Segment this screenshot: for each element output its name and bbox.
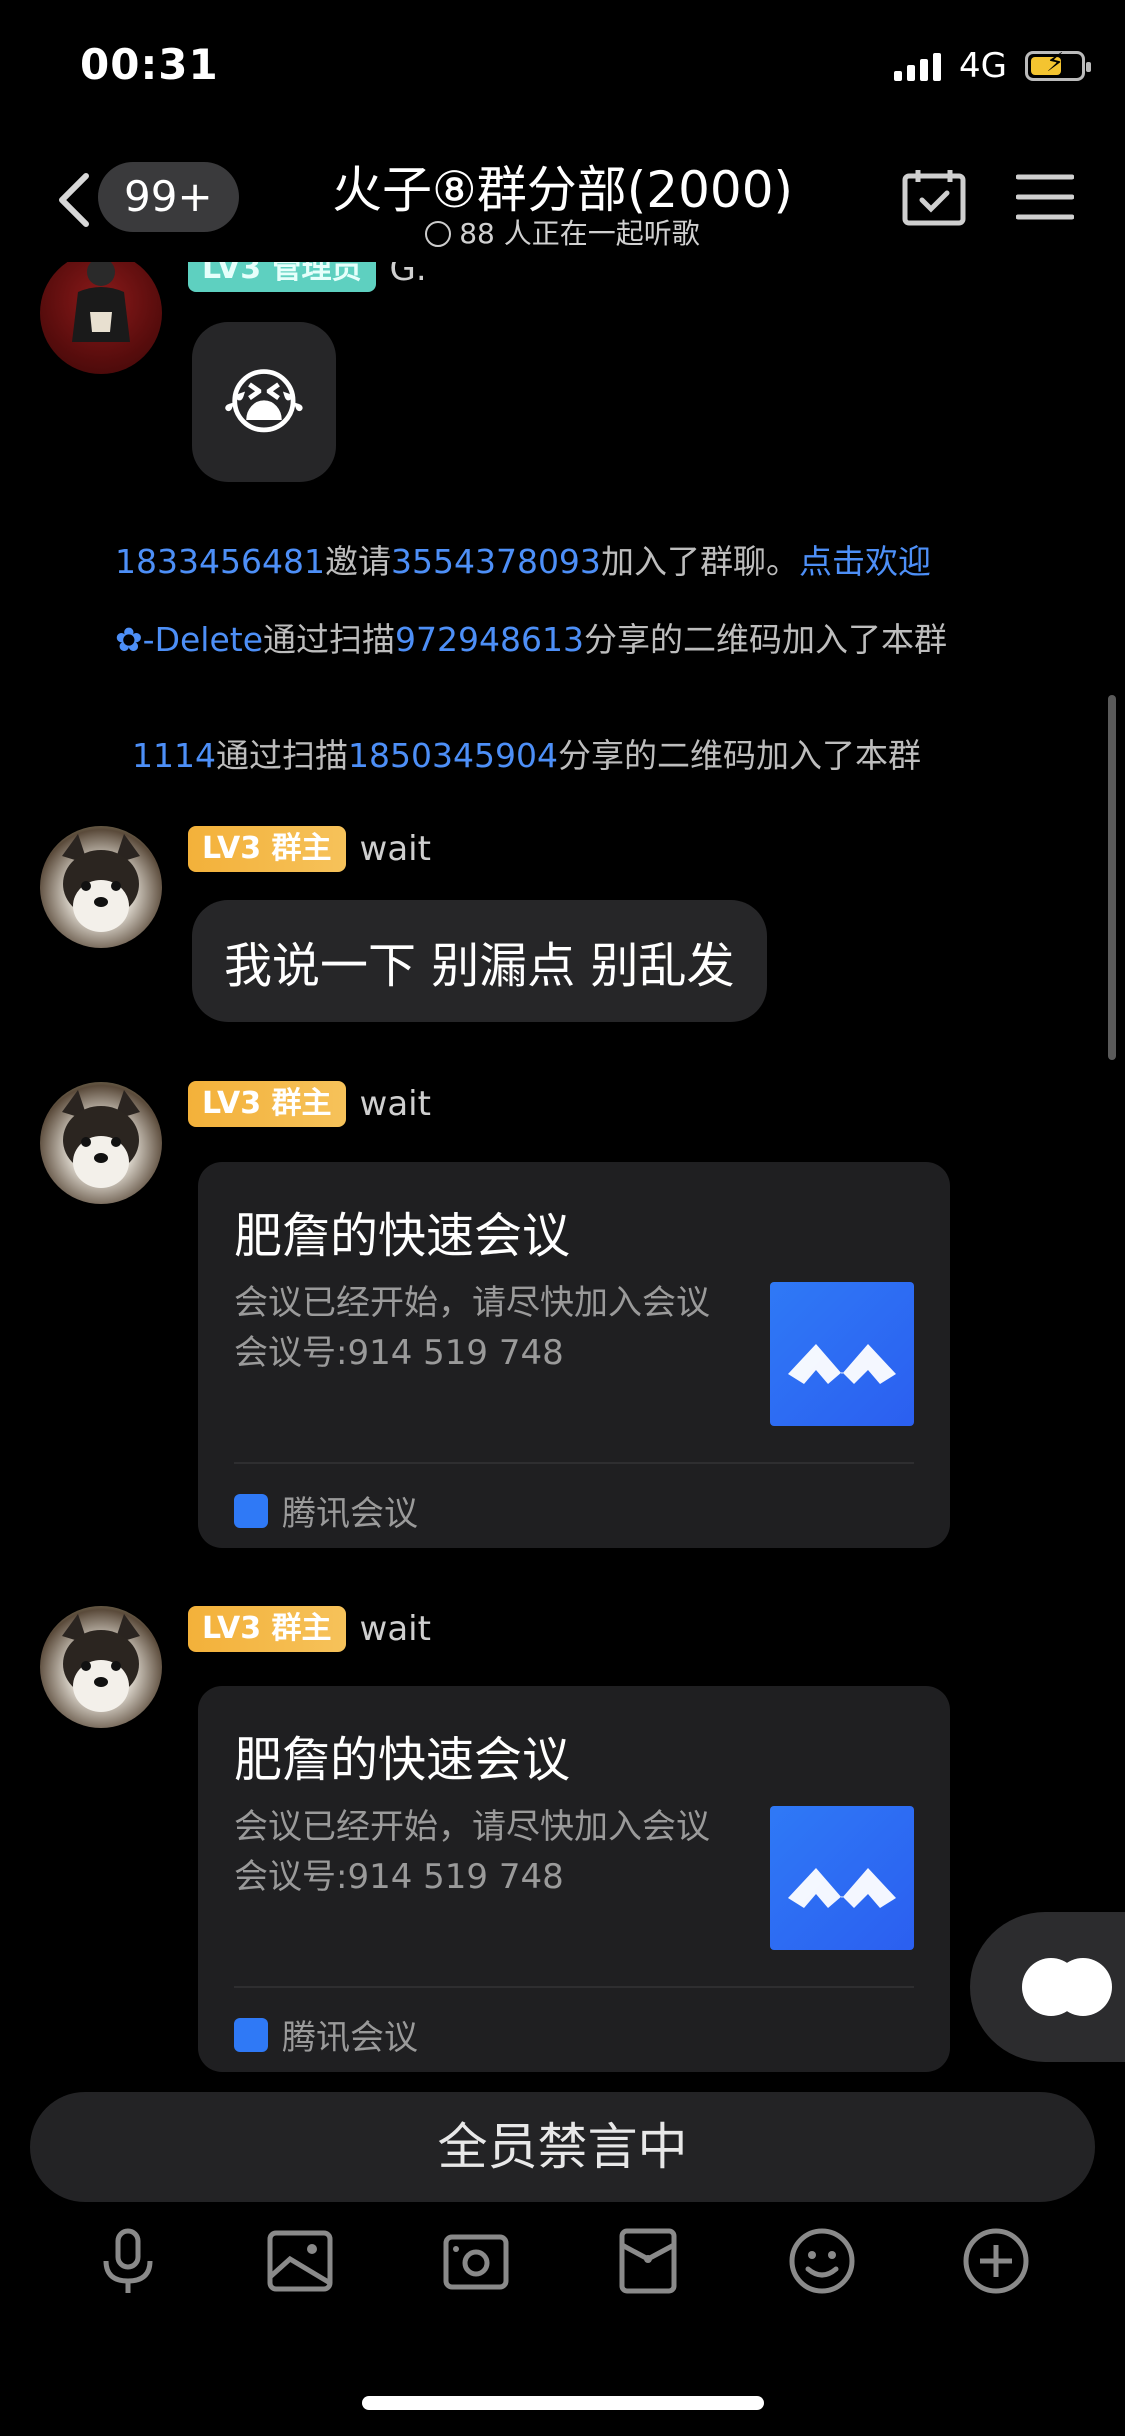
- role-label: 群主: [271, 831, 332, 866]
- system-text: 通过扫描: [263, 620, 395, 659]
- muted-input-bar: 全员禁言中: [30, 2092, 1095, 2202]
- sender-info: LV3 群主 wait: [188, 1606, 431, 1652]
- level-badge: LV3 群主: [188, 1081, 346, 1127]
- avatar[interactable]: [40, 1606, 162, 1728]
- meeting-title: 肥詹的快速会议: [234, 1732, 571, 1788]
- card-divider: [234, 1462, 914, 1464]
- link-icon: [1054, 1958, 1112, 2016]
- scrollbar[interactable]: [1108, 695, 1116, 1060]
- role-label: 管理员: [271, 262, 362, 286]
- message-admin: LV3 管理员 G. 😭: [0, 262, 1125, 487]
- floating-link-button[interactable]: [970, 1912, 1125, 2062]
- avatar[interactable]: [40, 1082, 162, 1204]
- role-label: 群主: [271, 1086, 332, 1121]
- meeting-logo-icon: [788, 1868, 896, 1908]
- sender-name[interactable]: wait: [360, 829, 431, 869]
- user-link[interactable]: -Delete: [143, 620, 263, 659]
- tencent-meeting-icon: [234, 1493, 268, 1528]
- avatar[interactable]: [40, 826, 162, 948]
- meeting-status: 会议已经开始，请尽快加入会议: [234, 1807, 710, 1847]
- sharer-link[interactable]: 1850345904: [348, 736, 558, 775]
- avatar[interactable]: [40, 262, 162, 374]
- level-label: LV3: [202, 262, 262, 286]
- system-text: 分享的二维码加入了本群: [557, 736, 921, 775]
- system-text: 加入了群聊。: [600, 542, 799, 581]
- person-figure-icon: [72, 262, 130, 342]
- meeting-card[interactable]: 肥詹的快速会议 会议已经开始，请尽快加入会议 会议号:914 519 748 腾…: [198, 1162, 950, 1548]
- system-text: 分享的二维码加入了本群: [583, 620, 947, 659]
- system-text: 通过扫描: [215, 736, 348, 775]
- listening-together-text: 88 人正在一起听歌: [459, 217, 700, 250]
- tencent-meeting-icon: [234, 2017, 268, 2052]
- sender-info: LV3 群主 wait: [188, 1081, 431, 1127]
- source-label: 腾讯会议: [282, 2018, 418, 2058]
- red-packet-icon[interactable]: [612, 2225, 684, 2297]
- network-type: 4G: [959, 46, 1007, 86]
- microphone-icon[interactable]: [92, 2225, 164, 2297]
- sender-info: LV3 管理员 G.: [188, 262, 427, 292]
- card-source: 腾讯会议: [234, 1486, 418, 1535]
- dog-face-icon: [62, 1090, 140, 1188]
- meeting-description: 会议已经开始，请尽快加入会议 会议号:914 519 748: [234, 1278, 710, 1378]
- sender-name[interactable]: wait: [360, 1084, 431, 1124]
- meeting-number: 会议号:914 519 748: [234, 1333, 564, 1373]
- system-message-qr-join: ✿-Delete通过扫描972948613分享的二维码加入了本群: [115, 618, 1015, 662]
- tencent-meeting-logo: [770, 1806, 914, 1950]
- flower-icon: ✿: [115, 620, 143, 659]
- calendar-check-icon[interactable]: [902, 168, 966, 226]
- level-badge: LV3 群主: [188, 826, 346, 872]
- card-source: 腾讯会议: [234, 2010, 418, 2059]
- sender-name[interactable]: wait: [360, 1609, 431, 1649]
- chevron-down-circle-icon: [425, 221, 452, 247]
- sharer-link[interactable]: 972948613: [395, 620, 584, 659]
- meeting-title: 肥詹的快速会议: [234, 1208, 571, 1264]
- status-indicators: 4G ⚡: [894, 46, 1091, 86]
- inviter-link[interactable]: 1833456481: [115, 542, 325, 581]
- status-time: 00:31: [80, 40, 219, 89]
- card-divider: [234, 1986, 914, 1988]
- home-indicator[interactable]: [362, 2396, 764, 2410]
- signal-icon: [894, 51, 942, 81]
- user-link[interactable]: 1114: [132, 736, 216, 775]
- sender-name[interactable]: G.: [390, 262, 427, 289]
- camera-icon[interactable]: [440, 2225, 512, 2297]
- meeting-card[interactable]: 肥詹的快速会议 会议已经开始，请尽快加入会议 会议号:914 519 748 腾…: [198, 1686, 950, 2072]
- level-badge: LV3 群主: [188, 1606, 346, 1652]
- dog-face-icon: [62, 1614, 140, 1712]
- level-label: LV3: [202, 1611, 262, 1646]
- menu-icon[interactable]: [1016, 172, 1074, 222]
- role-label: 群主: [271, 1611, 332, 1646]
- image-icon[interactable]: [264, 2225, 336, 2297]
- system-text: 邀请: [324, 542, 391, 581]
- level-badge: LV3 管理员: [188, 262, 376, 292]
- meeting-status: 会议已经开始，请尽快加入会议: [234, 1283, 710, 1323]
- meeting-description: 会议已经开始，请尽快加入会议 会议号:914 519 748: [234, 1802, 710, 1902]
- level-label: LV3: [202, 831, 262, 866]
- system-message-invite: 1833456481邀请3554378093加入了群聊。点击欢迎: [115, 540, 931, 584]
- invitee-link[interactable]: 3554378093: [391, 542, 601, 581]
- battery-icon: ⚡: [1025, 48, 1091, 81]
- tencent-meeting-logo: [770, 1282, 914, 1426]
- meeting-logo-icon: [788, 1344, 896, 1384]
- dog-face-icon: [62, 834, 140, 932]
- crying-emoji: 😭: [221, 360, 307, 444]
- sender-info: LV3 群主 wait: [188, 826, 431, 872]
- source-label: 腾讯会议: [282, 1494, 418, 1534]
- welcome-link[interactable]: 点击欢迎: [799, 542, 931, 581]
- meeting-number: 会议号:914 519 748: [234, 1857, 564, 1897]
- system-message-qr-join: 1114通过扫描1850345904分享的二维码加入了本群: [132, 734, 921, 778]
- level-label: LV3: [202, 1086, 262, 1121]
- emoji-icon[interactable]: [786, 2225, 858, 2297]
- emoji-bubble[interactable]: 😭: [192, 322, 336, 482]
- plus-icon[interactable]: [960, 2225, 1032, 2297]
- text-message-bubble[interactable]: 我说一下 别漏点 别乱发: [192, 900, 767, 1022]
